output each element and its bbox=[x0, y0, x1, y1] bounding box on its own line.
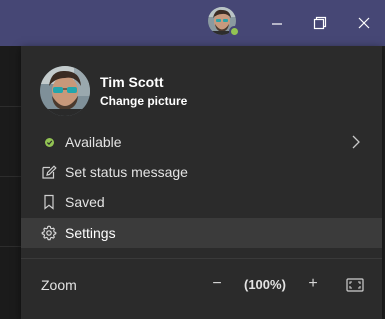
menu-item-set-status-message[interactable]: Set status message bbox=[21, 157, 382, 187]
availability-status-icon bbox=[229, 26, 240, 37]
zoom-out-button[interactable]: − bbox=[209, 274, 225, 294]
settings-label: Settings bbox=[65, 225, 116, 241]
change-picture-link[interactable]: Change picture bbox=[100, 94, 187, 108]
restore-button[interactable] bbox=[305, 8, 335, 38]
profile-avatar[interactable] bbox=[40, 66, 90, 116]
menu-divider bbox=[21, 258, 382, 259]
minimize-icon bbox=[272, 23, 282, 25]
title-bar bbox=[0, 0, 385, 46]
set-status-message-label: Set status message bbox=[65, 164, 188, 180]
chevron-right-icon bbox=[352, 135, 360, 149]
fit-to-window-icon[interactable] bbox=[346, 277, 364, 293]
gear-icon bbox=[41, 225, 57, 241]
menu-item-saved[interactable]: Saved bbox=[21, 187, 382, 217]
profile-menu: Tim Scott Change picture Available Set s… bbox=[21, 46, 382, 319]
restore-icon bbox=[313, 16, 327, 30]
zoom-label: Zoom bbox=[41, 277, 77, 293]
close-icon bbox=[358, 17, 370, 29]
bookmark-icon bbox=[41, 194, 57, 210]
menu-item-settings[interactable]: Settings bbox=[21, 218, 382, 248]
close-button[interactable] bbox=[349, 8, 379, 38]
menu-item-availability[interactable]: Available bbox=[21, 127, 382, 157]
edit-icon bbox=[41, 164, 57, 180]
zoom-level: (100%) bbox=[244, 277, 286, 292]
zoom-in-button[interactable]: + bbox=[305, 274, 321, 294]
background-app-area bbox=[0, 46, 21, 319]
status-available-icon bbox=[41, 134, 57, 150]
minimize-button[interactable] bbox=[262, 8, 292, 38]
profile-name: Tim Scott bbox=[100, 74, 164, 90]
saved-label: Saved bbox=[65, 194, 105, 210]
availability-label: Available bbox=[65, 134, 122, 150]
